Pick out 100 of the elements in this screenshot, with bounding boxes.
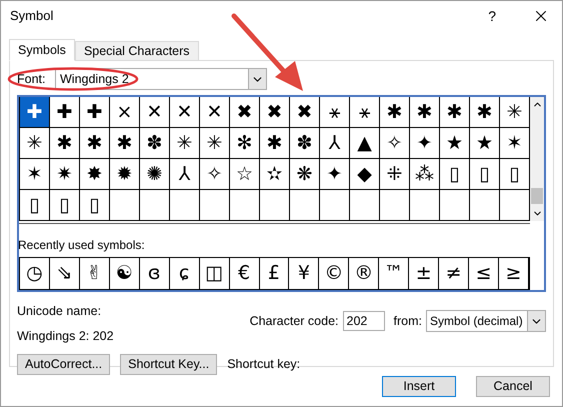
symbol-cell[interactable]: ◆ — [350, 159, 379, 189]
empty-cell[interactable] — [350, 190, 380, 221]
symbol-cell[interactable]: ✖ — [290, 97, 319, 127]
character-code-field[interactable]: 202 — [342, 311, 385, 331]
help-button[interactable]: ? — [488, 6, 496, 26]
symbol-cell[interactable]: ® — [349, 258, 378, 289]
empty-cell[interactable] — [380, 190, 410, 221]
symbol-cell[interactable]: ɕ — [170, 258, 199, 289]
tab[interactable]: Special Characters — [74, 41, 199, 61]
symbol-cell[interactable]: ▲ — [350, 128, 379, 158]
window-title: Symbol — [10, 7, 54, 26]
symbol-cell[interactable]: ✽ — [290, 128, 319, 158]
empty-cell[interactable] — [200, 190, 230, 221]
symbol-cell[interactable]: ✹ — [110, 159, 139, 189]
symbol-cell[interactable]: ✦ — [320, 159, 349, 189]
dialog-button[interactable]: Cancel — [476, 376, 550, 397]
symbol-cell[interactable]: ✱ — [260, 128, 289, 158]
symbol-cell[interactable]: ✸ — [80, 159, 109, 189]
symbol-cell[interactable]: ✶ — [20, 159, 49, 189]
symbol-cell[interactable]: ☆ — [230, 159, 259, 189]
symbol-cell[interactable]: ◫ — [200, 258, 229, 289]
symbol-cell[interactable]: ✫ — [260, 159, 289, 189]
symbol-cell[interactable]: ✺ — [140, 159, 169, 189]
symbol-cell[interactable]: ▯ — [500, 159, 529, 189]
symbol-cell[interactable]: ☯ — [110, 258, 139, 289]
symbol-cell[interactable]: ✚ — [50, 97, 79, 127]
symbol-cell[interactable]: ⚹ — [350, 97, 379, 127]
empty-cell[interactable] — [290, 190, 320, 221]
dialog-button[interactable]: AutoCorrect... — [17, 354, 110, 374]
symbol-cell[interactable]: ± — [409, 258, 438, 289]
recent-label: Recently used symbols: — [18, 237, 146, 254]
symbol-cell[interactable]: ™ — [379, 258, 408, 289]
symbol-cell[interactable]: ⁂ — [410, 159, 439, 189]
symbol-cell[interactable]: ✖ — [260, 97, 289, 127]
symbol-cell[interactable]: ✧ — [380, 128, 409, 158]
symbol-cell[interactable]: ✳ — [20, 128, 49, 158]
symbol-cell[interactable]: ✚ — [20, 97, 49, 127]
symbol-cell[interactable]: ≤ — [469, 258, 498, 289]
symbol-cell[interactable]: ✳ — [500, 97, 529, 127]
symbol-cell[interactable]: ★ — [470, 128, 499, 158]
symbol-cell[interactable]: ▯ — [20, 190, 49, 220]
symbol-cell[interactable]: ✱ — [110, 128, 139, 158]
symbol-cell[interactable]: ⇘ — [50, 258, 79, 289]
symbol-cell[interactable]: ✱ — [410, 97, 439, 127]
symbol-cell[interactable]: ⅄ — [170, 159, 199, 189]
symbol-cell[interactable]: ≥ — [499, 258, 528, 289]
empty-cell[interactable] — [110, 190, 140, 221]
symbol-cell[interactable]: ⅄ — [320, 128, 349, 158]
from-label: from: — [394, 312, 422, 330]
symbol-cell[interactable]: ★ — [440, 128, 469, 158]
symbol-cell[interactable]: © — [319, 258, 348, 289]
symbol-cell[interactable]: ▯ — [470, 159, 499, 189]
symbol-cell[interactable]: ▯ — [440, 159, 469, 189]
symbol-cell[interactable]: ✧ — [200, 159, 229, 189]
symbol-cell[interactable]: ◷ — [20, 258, 49, 289]
symbol-cell[interactable]: ¥ — [289, 258, 318, 289]
symbol-cell[interactable]: ✕ — [140, 97, 169, 127]
symbol-cell[interactable]: × — [110, 97, 139, 127]
empty-cell[interactable] — [260, 190, 290, 221]
symbol-cell[interactable]: ⚹ — [320, 97, 349, 127]
symbol-cell[interactable]: ▯ — [80, 190, 109, 220]
symbol-cell[interactable]: ✱ — [80, 128, 109, 158]
symbol-cell[interactable]: ✽ — [140, 128, 169, 158]
symbol-cell[interactable]: ✱ — [380, 97, 409, 127]
symbol-cell[interactable]: ⁜ — [380, 159, 409, 189]
symbol-cell[interactable]: € — [230, 258, 258, 289]
symbol-cell[interactable]: ✚ — [80, 97, 109, 127]
symbol-cell[interactable]: ≠ — [439, 258, 468, 289]
symbol-cell[interactable]: ✱ — [50, 128, 79, 158]
shortcut-key-label: Shortcut key: — [227, 356, 300, 373]
symbol-cell[interactable]: ɞ — [140, 258, 169, 289]
empty-cell[interactable] — [170, 190, 200, 221]
symbol-cell[interactable]: ✖ — [230, 97, 259, 127]
symbol-cell[interactable]: ✦ — [410, 128, 439, 158]
font-dropdown[interactable]: Wingdings 2 — [55, 68, 267, 90]
symbol-cell[interactable]: ✱ — [440, 97, 469, 127]
scrollbar[interactable] — [530, 97, 544, 221]
symbol-cell[interactable]: ✌ — [80, 258, 109, 289]
symbol-cell[interactable]: ✳ — [200, 128, 229, 158]
symbol-cell[interactable]: ✕ — [200, 97, 229, 127]
scrollbar-thumb[interactable] — [531, 188, 543, 204]
empty-cell[interactable] — [410, 190, 440, 221]
symbol-cell[interactable]: ✻ — [230, 128, 259, 158]
empty-cell[interactable] — [440, 190, 470, 221]
symbol-cell[interactable]: ✶ — [500, 128, 529, 158]
empty-cell[interactable] — [470, 190, 500, 221]
empty-cell[interactable] — [230, 190, 260, 221]
symbol-cell[interactable]: ▯ — [50, 190, 79, 220]
dialog-button[interactable]: Insert — [382, 376, 456, 397]
symbol-cell[interactable]: ✱ — [470, 97, 499, 127]
symbol-cell[interactable]: ✕ — [170, 97, 199, 127]
empty-cell[interactable] — [320, 190, 350, 221]
symbol-cell[interactable]: £ — [260, 258, 288, 289]
tab[interactable]: Symbols — [9, 39, 75, 61]
symbol-cell[interactable]: ✳ — [170, 128, 199, 158]
symbol-cell[interactable]: ✷ — [50, 159, 79, 189]
empty-cell[interactable] — [140, 190, 170, 221]
dialog-button[interactable]: Shortcut Key... — [120, 354, 218, 374]
from-dropdown[interactable]: Symbol (decimal) — [426, 310, 546, 332]
symbol-cell[interactable]: ❋ — [290, 159, 319, 189]
